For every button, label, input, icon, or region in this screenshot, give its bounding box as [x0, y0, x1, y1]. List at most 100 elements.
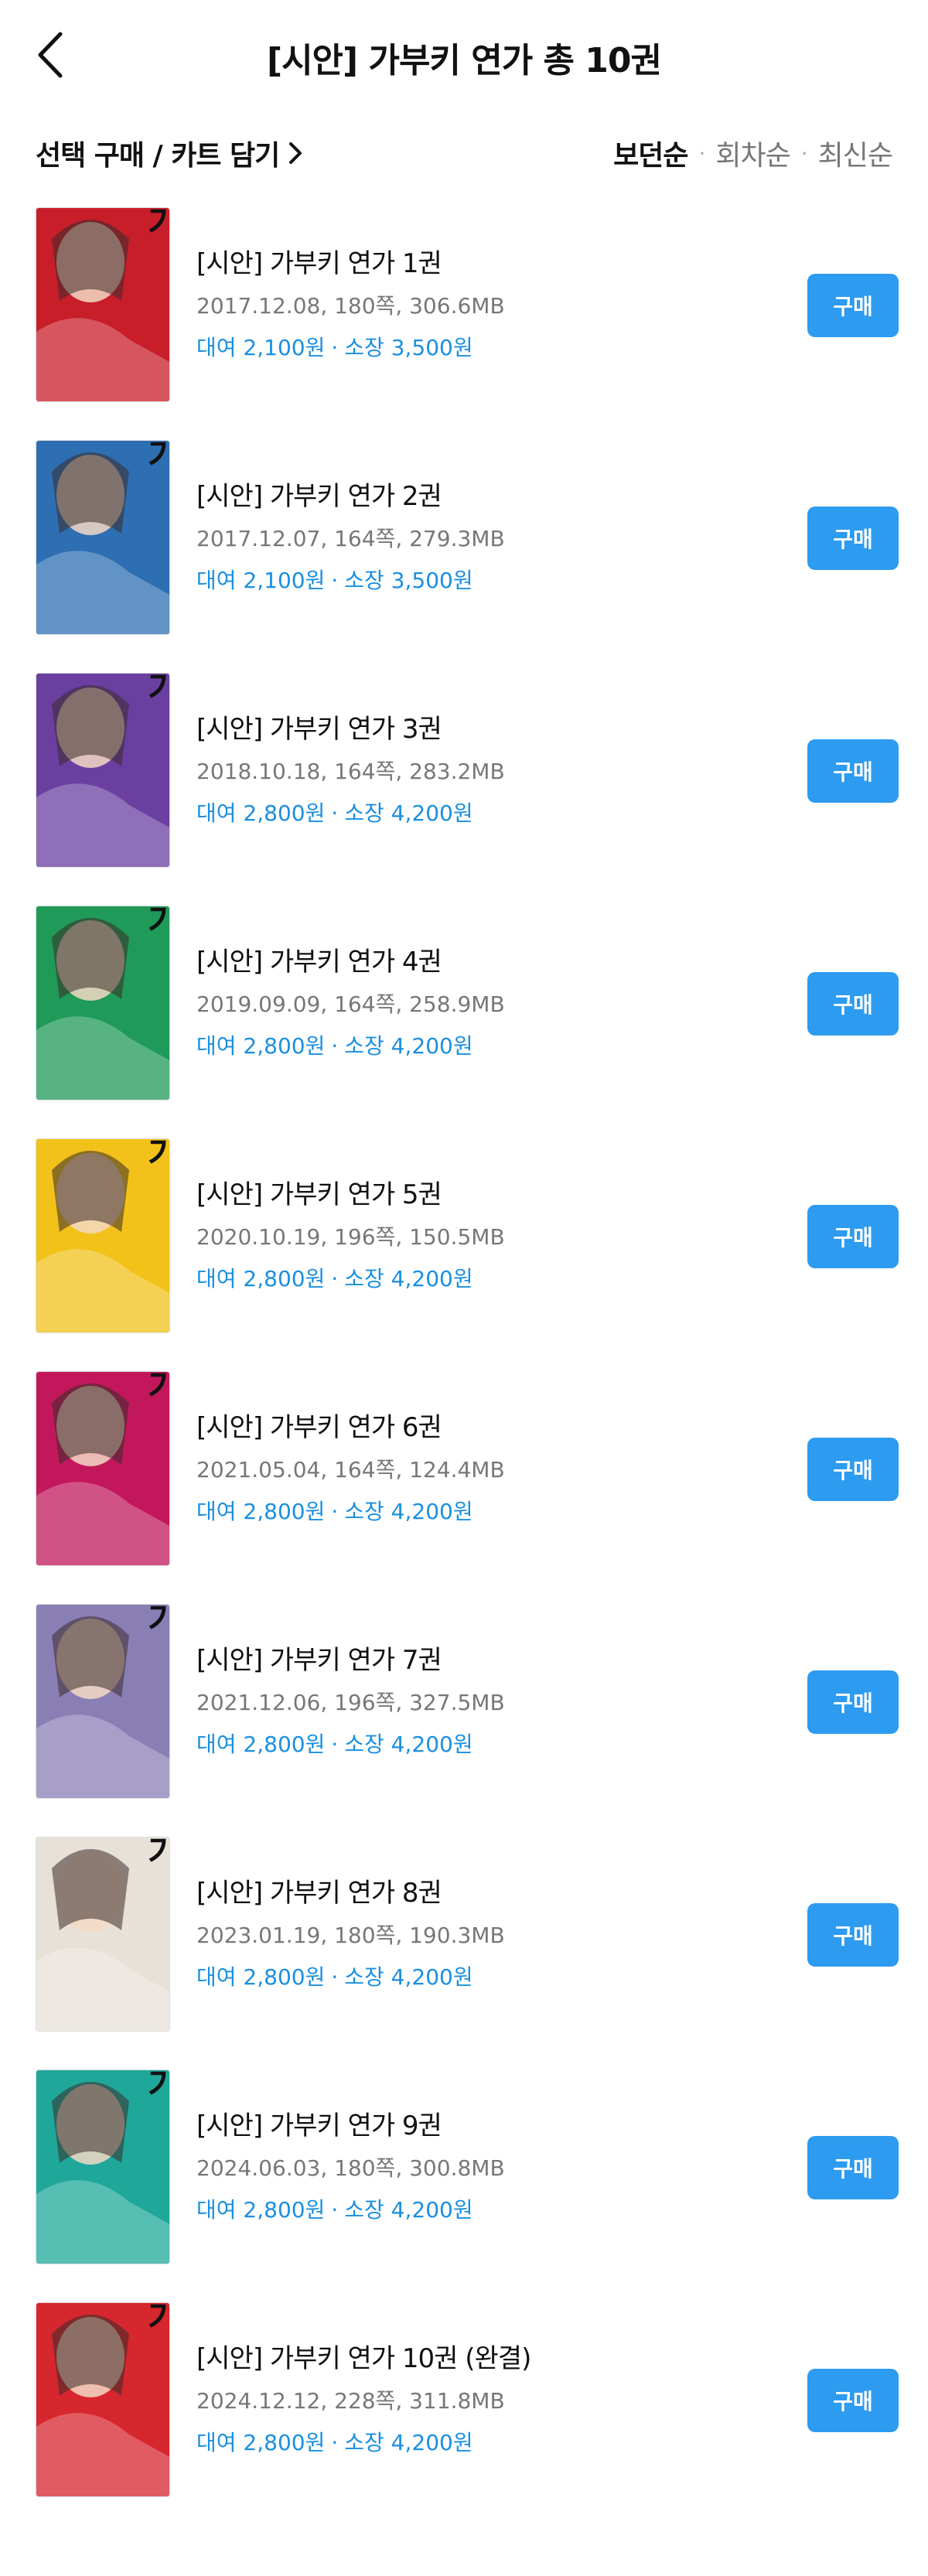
toolbar: 선택 구매 / 카트 담기 보던순 · 회차순 · 최신순	[36, 130, 893, 176]
price-separator: ·	[331, 1732, 339, 1757]
volume-meta: 2024.06.03, 180쪽, 300.8MB	[196, 2155, 505, 2181]
price-separator: ·	[331, 1266, 339, 1291]
volume-item[interactable]: 가부키 연가 [시안] 가부키 연가 1권 2017.12.08, 180쪽, 30…	[0, 207, 928, 407]
own-price: 소장 4,200원	[344, 800, 473, 826]
cover-title-text: 가부키 연가	[141, 674, 171, 705]
rent-price: 대여 2,800원	[196, 1732, 326, 1757]
book-cover[interactable]: 가부키 연가	[36, 673, 170, 868]
select-buy-cart-link[interactable]: 선택 구매 / 카트 담기	[36, 133, 304, 173]
buy-button[interactable]: 구매	[807, 972, 899, 1036]
rent-price: 대여 2,100원	[196, 568, 326, 593]
buy-button[interactable]: 구매	[807, 1438, 899, 1501]
volume-info: [시안] 가부키 연가 5권 2020.10.19, 196쪽, 150.5MB 대…	[196, 1175, 505, 1295]
own-price: 소장 4,200원	[344, 1033, 473, 1059]
volume-price: 대여 2,800원 · 소장 4,200원	[196, 2428, 531, 2458]
sort-options: 보던순 · 회차순 · 최신순	[613, 133, 893, 173]
book-cover[interactable]: 가부키 연가	[36, 207, 170, 402]
sort-separator: ·	[800, 140, 808, 166]
own-price: 소장 3,500원	[344, 568, 473, 593]
buy-button[interactable]: 구매	[807, 2369, 899, 2432]
cover-title-text: 가부키 연가	[141, 906, 171, 937]
volume-meta: 2021.12.06, 196쪽, 327.5MB	[196, 1690, 505, 1715]
buy-button[interactable]: 구매	[807, 739, 899, 803]
volume-item[interactable]: 가부키 연가 [시안] 가부키 연가 9권 2024.06.03, 180쪽, 30…	[0, 2069, 928, 2269]
sort-separator: ·	[698, 140, 705, 166]
sort-recent-viewed[interactable]: 보던순	[613, 133, 688, 173]
cover-title-text: 가부키 연가	[141, 1837, 171, 1868]
book-cover[interactable]: 가부키 연가	[36, 1837, 170, 2032]
buy-button[interactable]: 구매	[807, 507, 899, 570]
price-separator: ·	[331, 1499, 339, 1524]
own-price: 소장 4,200원	[344, 2430, 473, 2455]
volume-info: [시안] 가부키 연가 7권 2021.12.06, 196쪽, 327.5MB 대…	[196, 1641, 505, 1760]
cover-title-text: 가부키 연가	[141, 1372, 171, 1403]
own-price: 소장 4,200원	[344, 1266, 473, 1291]
volume-info: [시안] 가부키 연가 3권 2018.10.18, 164쪽, 283.2MB 대…	[196, 710, 505, 829]
cover-title-text: 가부키 연가	[141, 1605, 171, 1636]
volume-item[interactable]: 가부키 연가 [시안] 가부키 연가 5권 2020.10.19, 196쪽, 15…	[0, 1138, 928, 1338]
volume-title: [시안] 가부키 연가 3권	[196, 714, 442, 745]
rent-price: 대여 2,800원	[196, 1266, 326, 1291]
sort-episode-order[interactable]: 회차순	[715, 133, 790, 173]
sort-newest[interactable]: 최신순	[818, 133, 893, 173]
volume-meta: 2024.12.12, 228쪽, 311.8MB	[196, 2388, 505, 2414]
price-separator: ·	[331, 2197, 339, 2223]
header: [시안] 가부키 연가 총 10권	[0, 0, 928, 108]
cover-title-text: 가부키 연가	[141, 441, 171, 472]
volume-item[interactable]: 가부키 연가 [시안] 가부키 연가 2권 2017.12.07, 164쪽, 27…	[0, 440, 928, 640]
volume-meta: 2017.12.08, 180쪽, 306.6MB	[196, 293, 505, 319]
volume-meta: 2017.12.07, 164쪽, 279.3MB	[196, 526, 505, 551]
rent-price: 대여 2,800원	[196, 1033, 326, 1059]
book-cover[interactable]: 가부키 연가	[36, 440, 170, 635]
volume-info: [시안] 가부키 연가 1권 2017.12.08, 180쪽, 306.6MB 대…	[196, 244, 505, 363]
volume-price: 대여 2,800원 · 소장 4,200원	[196, 798, 505, 829]
buy-button[interactable]: 구매	[807, 274, 899, 337]
volume-item[interactable]: 가부키 연가 [시안] 가부키 연가 8권 2023.01.19, 180쪽, 19…	[0, 1837, 928, 2036]
own-price: 소장 4,200원	[344, 2197, 473, 2223]
volume-item[interactable]: 가부키 연가 [시안] 가부키 연가 4권 2019.09.09, 164쪽, 25…	[0, 906, 928, 1105]
volume-item[interactable]: 가부키 연가 [시안] 가부키 연가 7권 2021.12.06, 196쪽, 32…	[0, 1604, 928, 1803]
volume-item[interactable]: 가부키 연가 [시안] 가부키 연가 10권 (완결) 2024.12.12, 22…	[0, 2302, 928, 2502]
cover-title-text: 가부키 연가	[141, 2303, 171, 2334]
book-cover[interactable]: 가부키 연가	[36, 2302, 170, 2497]
rent-price: 대여 2,800원	[196, 1499, 326, 1524]
own-price: 소장 4,200원	[344, 1499, 473, 1524]
volume-item[interactable]: 가부키 연가 [시안] 가부키 연가 3권 2018.10.18, 164쪽, 28…	[0, 673, 928, 872]
own-price: 소장 4,200원	[344, 1964, 473, 1990]
volume-price: 대여 2,800원 · 소장 4,200원	[196, 1264, 505, 1295]
book-cover[interactable]: 가부키 연가	[36, 1371, 170, 1566]
volume-price: 대여 2,800원 · 소장 4,200원	[196, 1496, 505, 1527]
book-cover[interactable]: 가부키 연가	[36, 1138, 170, 1333]
volume-price: 대여 2,800원 · 소장 4,200원	[196, 1729, 505, 1760]
book-cover[interactable]: 가부키 연가	[36, 906, 170, 1100]
volume-meta: 2018.10.18, 164쪽, 283.2MB	[196, 759, 505, 784]
rent-price: 대여 2,800원	[196, 2430, 326, 2455]
volume-meta: 2021.05.04, 164쪽, 124.4MB	[196, 1457, 505, 1482]
book-cover[interactable]: 가부키 연가	[36, 1604, 170, 1799]
cover-title-text: 가부키 연가	[141, 208, 171, 239]
rent-price: 대여 2,800원	[196, 800, 326, 826]
volume-title: [시안] 가부키 연가 2권	[196, 481, 442, 512]
volume-item[interactable]: 가부키 연가 [시안] 가부키 연가 6권 2021.05.04, 164쪽, 12…	[0, 1371, 928, 1571]
volume-info: [시안] 가부키 연가 2권 2017.12.07, 164쪽, 279.3MB 대…	[196, 477, 505, 596]
volume-title: [시안] 가부키 연가 5권	[196, 1179, 442, 1210]
price-separator: ·	[331, 335, 339, 360]
volume-title: [시안] 가부키 연가 8권	[196, 1878, 442, 1909]
volume-price: 대여 2,800원 · 소장 4,200원	[196, 1962, 505, 1993]
rent-price: 대여 2,800원	[196, 2197, 326, 2223]
buy-button[interactable]: 구매	[807, 2136, 899, 2199]
buy-button[interactable]: 구매	[807, 1205, 899, 1268]
price-separator: ·	[331, 1964, 339, 1990]
rent-price: 대여 2,800원	[196, 1964, 326, 1990]
own-price: 소장 3,500원	[344, 335, 473, 360]
cover-title-text: 가부키 연가	[141, 1139, 171, 1170]
volume-meta: 2019.09.09, 164쪽, 258.9MB	[196, 991, 505, 1017]
book-cover[interactable]: 가부키 연가	[36, 2069, 170, 2264]
volume-info: [시안] 가부키 연가 4권 2019.09.09, 164쪽, 258.9MB 대…	[196, 943, 505, 1062]
buy-button[interactable]: 구매	[807, 1903, 899, 1967]
volume-title: [시안] 가부키 연가 4권	[196, 947, 442, 978]
buy-button[interactable]: 구매	[807, 1670, 899, 1734]
price-separator: ·	[331, 568, 339, 593]
volume-price: 대여 2,100원 · 소장 3,500원	[196, 333, 505, 363]
volume-title: [시안] 가부키 연가 10권 (완결)	[196, 2343, 531, 2374]
